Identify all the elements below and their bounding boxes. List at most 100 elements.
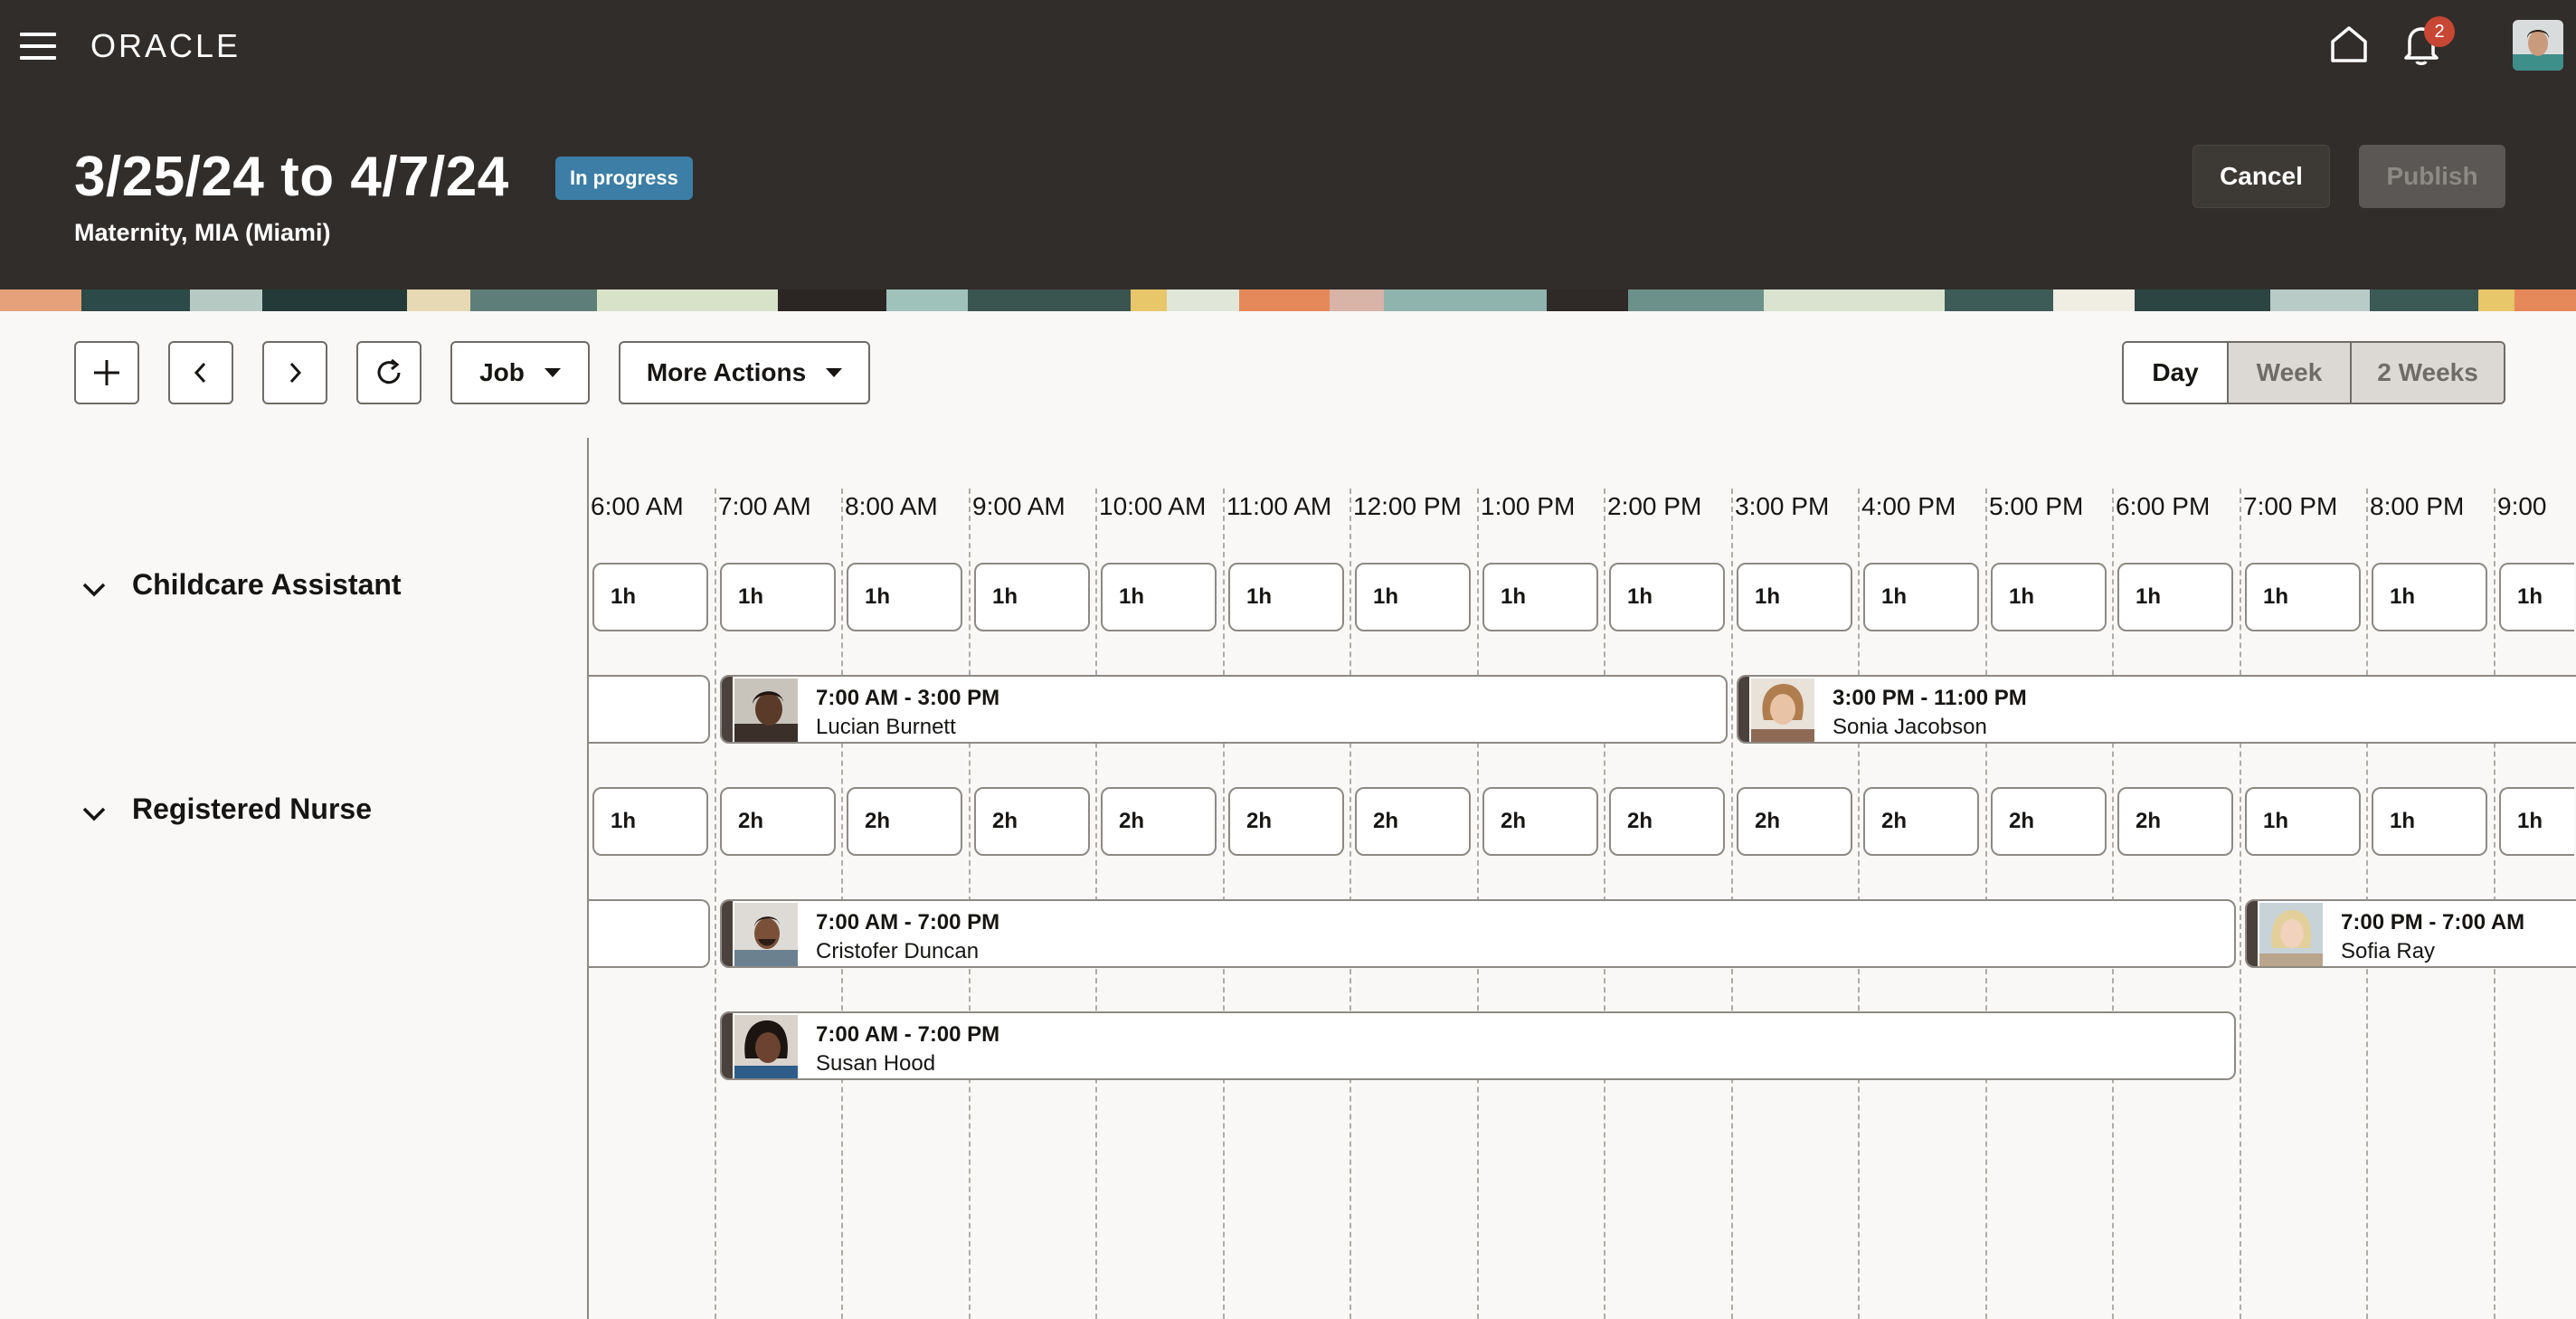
page-title: 3/25/24 to 4/7/24 xyxy=(74,146,509,208)
chevron-down-icon xyxy=(82,583,106,597)
shift-time: 7:00 PM - 7:00 AM xyxy=(2341,910,2525,935)
refresh-button[interactable] xyxy=(356,341,421,404)
app-header: ORACLE 2 3/25/24 to 4/7/24 In progress M… xyxy=(0,0,2576,289)
shift-stripe xyxy=(2247,901,2258,966)
coverage-cell[interactable]: 1h xyxy=(847,563,962,631)
coverage-cell[interactable]: 1h xyxy=(592,787,708,856)
shift-carryover[interactable] xyxy=(589,675,710,744)
coverage-cell[interactable]: 2h xyxy=(1863,787,1979,856)
shift-stripe xyxy=(722,901,733,966)
coverage-cell[interactable]: 1h xyxy=(2499,787,2574,856)
employee-photo xyxy=(734,903,798,966)
employee-photo xyxy=(1751,678,1814,742)
notification-badge: 2 xyxy=(2424,16,2455,47)
group-registered-nurse[interactable]: Registered Nurse xyxy=(78,787,372,830)
oracle-logo: ORACLE xyxy=(90,27,242,64)
group-name: Childcare Assistant xyxy=(132,567,402,601)
coverage-cell[interactable]: 2h xyxy=(1737,787,1852,856)
coverage-cell[interactable]: 1h xyxy=(974,563,1090,631)
shift-carryover[interactable] xyxy=(589,899,710,968)
coverage-cell[interactable]: 2h xyxy=(720,787,836,856)
chevron-left-icon xyxy=(194,362,206,384)
coverage-cell[interactable]: 2h xyxy=(1609,787,1725,856)
hour-label: 8:00 AM xyxy=(845,492,938,520)
coverage-cell[interactable]: 1h xyxy=(1482,563,1598,631)
plus-icon xyxy=(94,360,119,385)
coverage-cell[interactable]: 1h xyxy=(1863,563,1979,631)
hour-label: 1:00 PM xyxy=(1481,492,1576,520)
coverage-cell[interactable]: 1h xyxy=(1355,563,1471,631)
shift-card[interactable]: 7:00 AM - 3:00 PM Lucian Burnett xyxy=(720,675,1728,744)
grid-divider xyxy=(587,438,589,1319)
job-dropdown[interactable]: Job xyxy=(450,341,590,404)
employee-name: Susan Hood xyxy=(816,1051,936,1076)
coverage-cell[interactable]: 1h xyxy=(1228,563,1344,631)
coverage-cell[interactable]: 2h xyxy=(1355,787,1471,856)
hour-label: 12:00 PM xyxy=(1353,492,1462,520)
employee-name: Sofia Ray xyxy=(2341,939,2436,963)
hour-label: 6:00 PM xyxy=(2116,492,2211,520)
user-avatar[interactable] xyxy=(2513,20,2563,71)
add-button[interactable] xyxy=(74,341,139,404)
hour-label: 2:00 PM xyxy=(1607,492,1702,520)
hour-label: 5:00 PM xyxy=(1989,492,2084,520)
previous-button[interactable] xyxy=(168,341,233,404)
coverage-cell[interactable]: 2h xyxy=(847,787,962,856)
view-day-button[interactable]: Day xyxy=(2124,343,2227,403)
chevron-down-icon xyxy=(82,807,106,821)
caret-down-icon xyxy=(544,368,561,377)
hour-label: 11:00 AM xyxy=(1226,492,1332,520)
coverage-cell[interactable]: 2h xyxy=(2117,787,2233,856)
coverage-cell[interactable]: 2h xyxy=(1101,787,1217,856)
shift-stripe xyxy=(1738,677,1749,742)
coverage-cell[interactable]: 1h xyxy=(2245,563,2361,631)
shift-time: 7:00 AM - 7:00 PM xyxy=(816,1022,1000,1047)
shift-stripe xyxy=(722,1013,733,1078)
coverage-cell[interactable]: 2h xyxy=(1991,787,2107,856)
coverage-cell[interactable]: 1h xyxy=(592,563,708,631)
hour-label: 6:00 AM xyxy=(591,492,684,520)
caret-down-icon xyxy=(826,368,843,377)
shift-card[interactable]: 7:00 AM - 7:00 PM Susan Hood xyxy=(720,1011,2236,1080)
employee-photo xyxy=(734,678,798,742)
next-button[interactable] xyxy=(262,341,327,404)
coverage-cell[interactable]: 1h xyxy=(2245,787,2361,856)
view-week-button[interactable]: Week xyxy=(2227,343,2350,403)
coverage-cell[interactable]: 1h xyxy=(1609,563,1725,631)
more-actions-label: More Actions xyxy=(646,358,807,386)
hour-label: 7:00 AM xyxy=(718,492,811,520)
cancel-button[interactable]: Cancel xyxy=(2192,145,2330,208)
shift-card[interactable]: 7:00 AM - 7:00 PM Cristofer Duncan xyxy=(720,899,2236,968)
coverage-cell[interactable]: 2h xyxy=(974,787,1090,856)
view-switcher: Day Week 2 Weeks xyxy=(2122,341,2505,404)
shift-card[interactable]: 3:00 PM - 11:00 PM Sonia Jacobson xyxy=(1737,675,2576,744)
employee-name: Cristofer Duncan xyxy=(816,939,980,963)
more-actions-dropdown[interactable]: More Actions xyxy=(619,341,870,404)
shift-time: 3:00 PM - 11:00 PM xyxy=(1833,686,2027,710)
hour-label: 3:00 PM xyxy=(1735,492,1830,520)
view-2weeks-button[interactable]: 2 Weeks xyxy=(2350,343,2504,403)
employee-photo xyxy=(2259,903,2323,966)
coverage-cell[interactable]: 1h xyxy=(1991,563,2107,631)
home-icon[interactable] xyxy=(2328,24,2370,65)
coverage-cell[interactable]: 1h xyxy=(1737,563,1852,631)
coverage-cell[interactable]: 2h xyxy=(1482,787,1598,856)
shift-card[interactable]: 7:00 PM - 7:00 AM Sofia Ray xyxy=(2245,899,2576,968)
page-subtitle: Maternity, MIA (Miami) xyxy=(74,219,331,246)
shift-stripe xyxy=(722,677,733,742)
hour-label: 9:00 AM xyxy=(972,492,1065,520)
decorative-banner xyxy=(0,289,2576,311)
coverage-cell[interactable]: 1h xyxy=(2372,787,2487,856)
coverage-cell[interactable]: 2h xyxy=(1228,787,1344,856)
coverage-cell[interactable]: 1h xyxy=(2117,563,2233,631)
menu-icon[interactable] xyxy=(20,33,56,60)
coverage-cell[interactable]: 1h xyxy=(2372,563,2487,631)
coverage-cell[interactable]: 1h xyxy=(720,563,836,631)
shift-time: 7:00 AM - 3:00 PM xyxy=(816,686,1000,710)
coverage-cell[interactable]: 1h xyxy=(2499,563,2574,631)
publish-button[interactable]: Publish xyxy=(2359,145,2505,208)
coverage-cell[interactable]: 1h xyxy=(1101,563,1217,631)
group-childcare-assistant[interactable]: Childcare Assistant xyxy=(78,563,402,606)
employee-photo xyxy=(734,1015,798,1078)
status-badge: In progress xyxy=(555,157,693,200)
